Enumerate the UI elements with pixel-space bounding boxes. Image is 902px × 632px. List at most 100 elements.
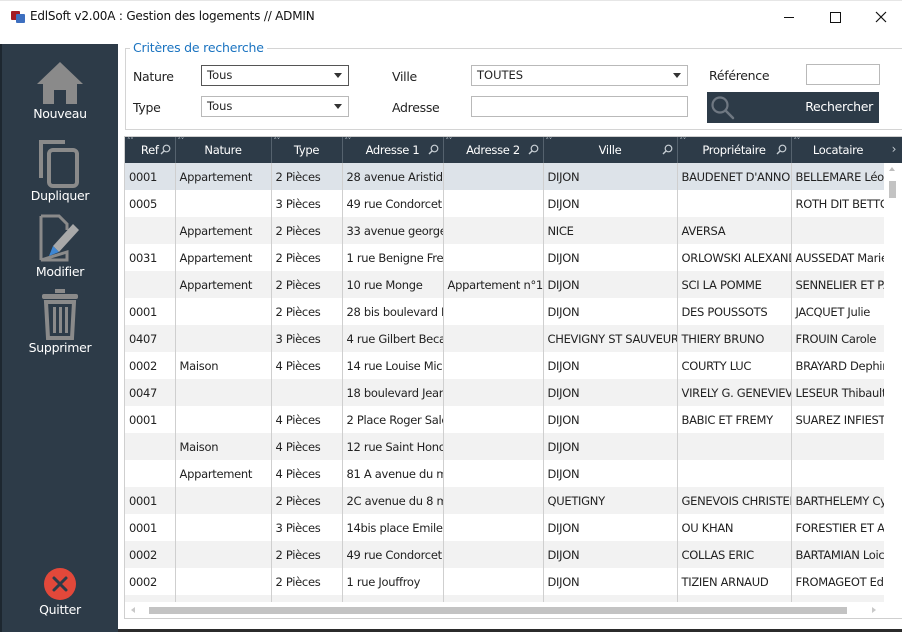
table-cell[interactable]: BAUDENET D'ANNOU — [677, 163, 792, 190]
table-cell[interactable] — [677, 190, 792, 217]
table-cell[interactable] — [443, 352, 544, 379]
table-cell[interactable]: 0005 — [125, 190, 176, 217]
table-cell[interactable]: BARTHELEMY Cyr — [791, 487, 886, 514]
column-search-icon[interactable] — [428, 144, 439, 155]
table-cell[interactable]: 3 Pièces — [271, 514, 343, 541]
table-cell[interactable] — [443, 406, 544, 433]
table-cell[interactable]: 2 Pièces — [271, 271, 343, 298]
table-cell[interactable]: AUSSEDAT Marie — [791, 244, 886, 271]
table-cell[interactable]: 10 rue Monge — [342, 271, 444, 298]
sort-icon[interactable]: ˄˅ — [446, 138, 453, 145]
table-row[interactable]: Appartement4 Pièces81 A avenue du ma DIJO… — [125, 460, 886, 487]
table-cell[interactable] — [443, 163, 544, 190]
table-cell[interactable] — [443, 325, 544, 352]
table-cell[interactable] — [175, 541, 272, 568]
table-cell[interactable]: 14bis place Emile Z — [342, 514, 444, 541]
table-cell[interactable]: DIJON — [543, 541, 678, 568]
table-cell[interactable]: 2 Pièces — [271, 217, 343, 244]
table-cell[interactable]: FROUIN Carole — [791, 325, 886, 352]
table-cell[interactable] — [443, 217, 544, 244]
table-cell[interactable] — [125, 217, 176, 244]
table-cell[interactable] — [175, 487, 272, 514]
table-cell[interactable]: 28 avenue Aristide — [342, 163, 444, 190]
minimize-button[interactable] — [766, 1, 812, 33]
table-cell[interactable]: 12 rue Saint Hono — [342, 433, 444, 460]
sort-icon[interactable]: ˄˅ — [680, 138, 687, 145]
delete-button[interactable]: Supprimer — [2, 288, 118, 355]
table-cell[interactable]: JACQUET Julie — [791, 298, 886, 325]
column-search-icon[interactable] — [776, 144, 787, 155]
table-cell[interactable]: COLLAS ERIC — [677, 541, 792, 568]
table-cell[interactable]: NICE — [543, 217, 678, 244]
table-cell[interactable]: DIJON — [543, 406, 678, 433]
table-cell[interactable]: 1 rue Jouffroy — [342, 568, 444, 595]
table-cell[interactable]: Appartement — [175, 271, 272, 298]
table-cell[interactable] — [443, 460, 544, 487]
sort-icon[interactable]: ˄˅ — [178, 138, 185, 145]
vertical-scrollbar[interactable] — [884, 163, 902, 603]
table-cell[interactable] — [125, 433, 176, 460]
sort-icon[interactable]: ˄˅ — [546, 138, 553, 145]
table-row[interactable]: 0001 3 Pièces 14bis place Emile Z DIJON OU K… — [125, 514, 886, 541]
table-row[interactable]: 0407 3 Pièces 4 rue Gilbert Becau CHEVIGNY … — [125, 325, 886, 352]
sort-icon[interactable]: ˄˅ — [345, 138, 352, 145]
table-cell[interactable]: QUETIGNY — [543, 487, 678, 514]
column-header-locataire[interactable]: ˄˅ Locataire — [791, 137, 886, 163]
table-cell[interactable]: 0031 — [125, 244, 176, 271]
table-cell[interactable] — [125, 460, 176, 487]
horizontal-scrollbar[interactable] — [125, 602, 902, 618]
horizontal-scroll-thumb[interactable] — [149, 607, 847, 614]
scroll-left-icon[interactable] — [131, 607, 135, 613]
table-cell[interactable]: 81 A avenue du ma — [342, 460, 444, 487]
table-cell[interactable]: 2 Pièces — [271, 487, 343, 514]
table-cell[interactable]: 3 Pièces — [271, 190, 343, 217]
column-header-ville[interactable]: ˄˅ Ville — [543, 137, 678, 163]
table-cell[interactable]: 3 Pièces — [271, 325, 343, 352]
maximize-button[interactable] — [812, 1, 858, 33]
table-cell[interactable]: COURTY LUC — [677, 352, 792, 379]
table-cell[interactable]: 0001 — [125, 406, 176, 433]
table-cell[interactable]: Maison — [175, 433, 272, 460]
table-cell[interactable] — [443, 244, 544, 271]
column-search-icon[interactable] — [528, 144, 539, 155]
table-cell[interactable]: BRAYARD Dephin — [791, 352, 886, 379]
table-cell[interactable]: AVERSA — [677, 217, 792, 244]
table-cell[interactable]: 4 Pièces — [271, 460, 343, 487]
close-button[interactable] — [858, 1, 902, 33]
table-cell[interactable] — [443, 298, 544, 325]
scroll-right-icon[interactable] — [872, 607, 876, 613]
table-cell[interactable]: 2C avenue du 8 ma — [342, 487, 444, 514]
table-cell[interactable]: DIJON — [543, 271, 678, 298]
column-search-icon[interactable] — [160, 144, 171, 155]
table-cell[interactable] — [443, 514, 544, 541]
column-search-icon[interactable] — [662, 144, 673, 155]
table-cell[interactable]: ORLOWSKI ALEXANDI — [677, 244, 792, 271]
table-row[interactable]: 0002 2 Pièces 49 rue Condorcet DIJON COLLAS … — [125, 541, 886, 568]
table-cell[interactable]: DIJON — [543, 460, 678, 487]
column-header-type[interactable]: ˄˅ Type — [271, 137, 343, 163]
table-cell[interactable]: DIJON — [543, 514, 678, 541]
table-cell[interactable]: 4 Pièces — [271, 433, 343, 460]
table-cell[interactable]: 49 rue Condorcet — [342, 190, 444, 217]
table-cell[interactable] — [443, 190, 544, 217]
table-row[interactable]: 0002 Maison 4 Pièces 14 rue Louise Mich DIJO… — [125, 352, 886, 379]
table-cell[interactable] — [175, 379, 272, 406]
table-row[interactable]: 0047 18 boulevard Jean DIJON VIRELY G. GENE… — [125, 379, 886, 406]
table-cell[interactable] — [677, 460, 792, 487]
table-row[interactable]: Maison 4 Pièces 12 rue Saint Hono DIJON — [125, 433, 886, 460]
table-row[interactable]: 0005 3 Pièces 49 rue Condorcet DIJON ROTH DI… — [125, 190, 886, 217]
adresse-input[interactable] — [471, 96, 688, 117]
column-header-ref[interactable]: ˄˅ Ref — [125, 137, 176, 163]
ville-select[interactable]: TOUTES — [471, 65, 688, 86]
reference-input[interactable] — [806, 64, 880, 85]
table-cell[interactable]: 4 Pièces — [271, 406, 343, 433]
table-cell[interactable] — [175, 514, 272, 541]
table-cell[interactable]: BABIC ET FREMY — [677, 406, 792, 433]
table-cell[interactable]: DIJON — [543, 352, 678, 379]
table-cell[interactable]: GENEVOIS CHRISTELL — [677, 487, 792, 514]
table-cell[interactable] — [175, 325, 272, 352]
type-select[interactable]: Tous — [201, 96, 349, 117]
column-header-adresse-2[interactable]: ˄˅ Adresse 2 — [443, 137, 544, 163]
column-header-adresse-1[interactable]: ˄˅ Adresse 1 — [342, 137, 444, 163]
table-cell[interactable] — [175, 568, 272, 595]
